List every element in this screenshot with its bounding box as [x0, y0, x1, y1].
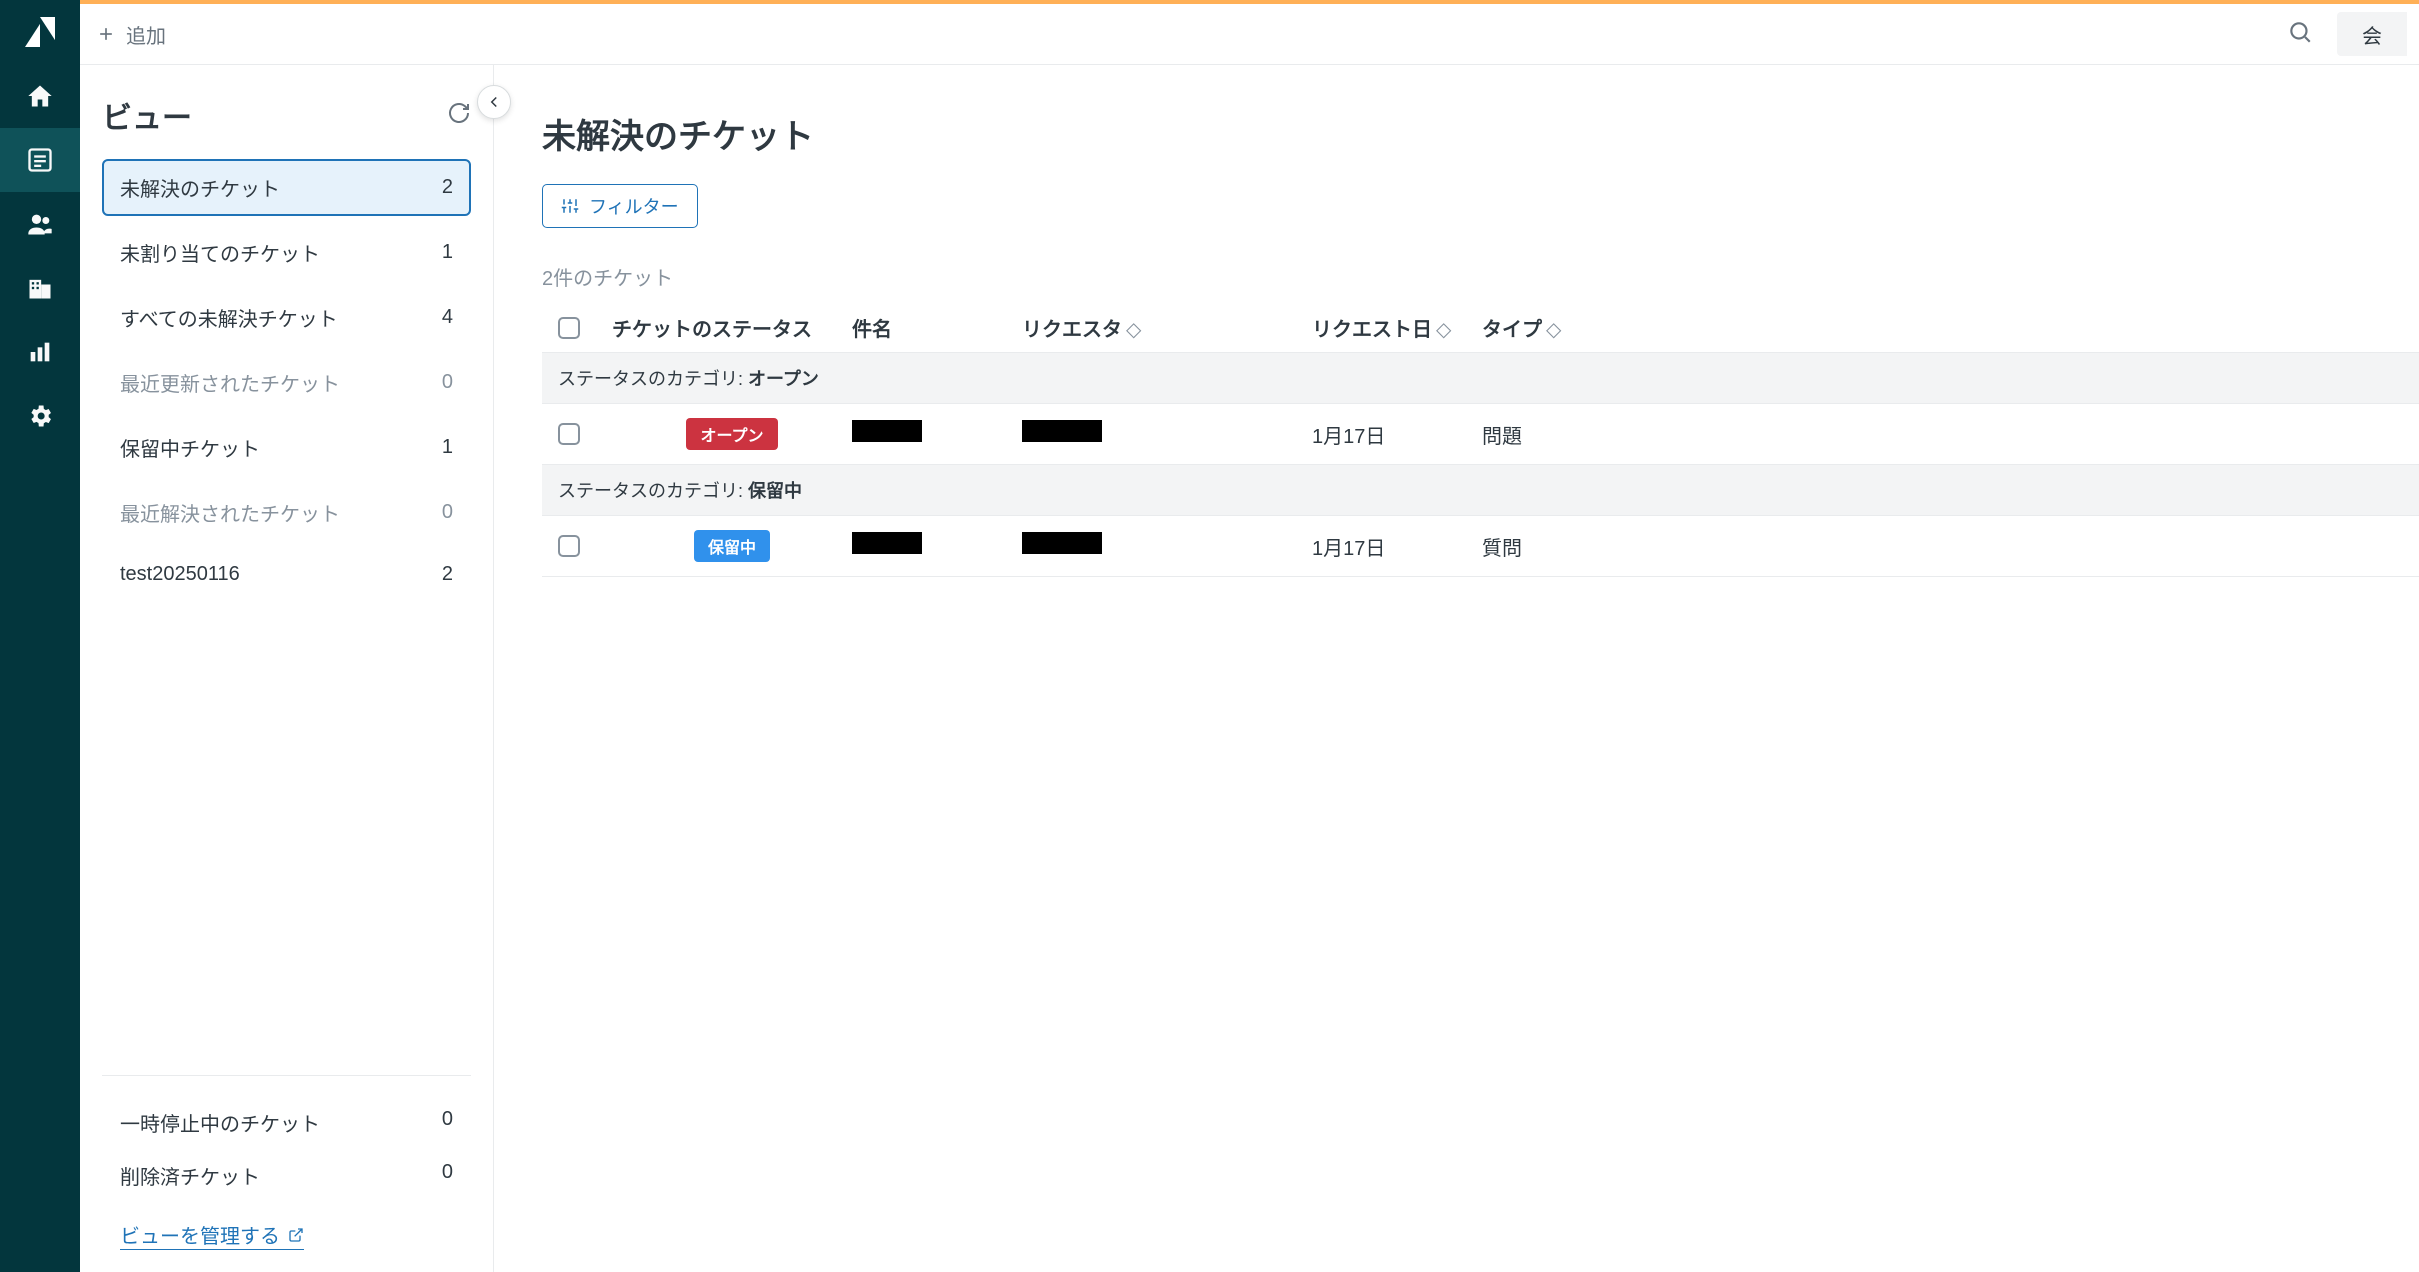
- filter-label: フィルター: [589, 193, 679, 219]
- view-item[interactable]: test20250116 2: [102, 549, 471, 600]
- view-footer-count: 0: [442, 1161, 453, 1190]
- table-row[interactable]: オープン 1月17日問題: [542, 404, 2419, 465]
- table-header: チケットのステータス 件名 リクエスタ◇ リクエスト日◇ タイプ◇: [542, 303, 2419, 353]
- cell-type: 問題: [1482, 420, 1602, 449]
- view-item-count: 2: [442, 563, 453, 586]
- views-footer: 一時停止中のチケット 0 削除済チケット 0 ビューを管理する: [102, 1075, 471, 1250]
- add-tab-button[interactable]: 追加: [96, 20, 166, 49]
- refresh-views-button[interactable]: [447, 101, 471, 130]
- filter-button[interactable]: フィルター: [542, 184, 698, 228]
- view-footer-label: 削除済チケット: [120, 1161, 260, 1190]
- chevron-left-icon: [485, 93, 503, 111]
- view-footer-item[interactable]: 一時停止中のチケット 0: [102, 1096, 471, 1149]
- view-item-label: 未割り当てのチケット: [120, 238, 320, 267]
- ticket-table: チケットのステータス 件名 リクエスタ◇ リクエスト日◇ タイプ◇ ステータスの…: [542, 303, 2419, 577]
- view-item-count: 2: [442, 176, 453, 199]
- nav-rail: [0, 0, 80, 1272]
- cell-requester: [1022, 532, 1102, 554]
- views-panel: ビュー 未解決のチケット 2 未割り当てのチケット 1 すべての未解決チケット 4 最近更新…: [80, 65, 494, 1272]
- view-item[interactable]: 未解決のチケット 2: [102, 159, 471, 216]
- cell-subject: [852, 532, 922, 554]
- group-value: 保留中: [748, 481, 802, 501]
- ticket-area: 未解決のチケット フィルター 2件のチケット チケットのステータス 件名 リクエ…: [494, 65, 2419, 1272]
- table-row[interactable]: 保留中 1月17日質問: [542, 516, 2419, 577]
- group-header: ステータスのカテゴリ: 保留中: [542, 465, 2419, 516]
- cell-date: 1月17日: [1312, 532, 1482, 561]
- topbar-right-button[interactable]: 会: [2337, 12, 2407, 56]
- view-item-count: 1: [442, 436, 453, 459]
- sort-indicator-icon: ◇: [1126, 319, 1141, 341]
- view-item-count: 4: [442, 306, 453, 329]
- nav-reporting[interactable]: [0, 320, 80, 384]
- col-requested-date[interactable]: リクエスト日◇: [1312, 313, 1482, 342]
- group-label: ステータスのカテゴリ:: [558, 481, 748, 501]
- view-item[interactable]: 最近更新されたチケット 0: [102, 354, 471, 411]
- select-all-checkbox[interactable]: [558, 317, 580, 339]
- nav-views[interactable]: [0, 128, 80, 192]
- status-badge: オープン: [686, 418, 777, 450]
- sort-indicator-icon: ◇: [1436, 319, 1451, 341]
- nav-home[interactable]: [0, 64, 80, 128]
- cell-subject: [852, 420, 922, 442]
- view-item-label: 未解決のチケット: [120, 173, 280, 202]
- status-badge: 保留中: [694, 530, 770, 562]
- view-footer-label: 一時停止中のチケット: [120, 1108, 320, 1137]
- view-item-count: 1: [442, 241, 453, 264]
- view-item-count: 0: [442, 501, 453, 524]
- nav-customers[interactable]: [0, 192, 80, 256]
- product-logo: [0, 0, 80, 64]
- topbar: 追加 会: [80, 0, 2419, 64]
- row-checkbox[interactable]: [558, 535, 580, 557]
- sliders-icon: [561, 197, 579, 215]
- manage-views-link[interactable]: ビューを管理する: [120, 1220, 304, 1250]
- sort-indicator-icon: ◇: [1546, 319, 1561, 341]
- external-link-icon: [288, 1227, 304, 1243]
- row-checkbox[interactable]: [558, 423, 580, 445]
- view-item-label: 最近解決されたチケット: [120, 498, 340, 527]
- cell-requester: [1022, 420, 1102, 442]
- views-title: ビュー: [102, 93, 192, 137]
- view-item-label: test20250116: [120, 563, 240, 586]
- manage-views-label: ビューを管理する: [120, 1220, 280, 1249]
- view-item[interactable]: 未割り当てのチケット 1: [102, 224, 471, 281]
- col-status[interactable]: チケットのステータス: [612, 313, 852, 342]
- group-value: オープン: [748, 369, 819, 389]
- view-item-count: 0: [442, 371, 453, 394]
- view-item-label: 保留中チケット: [120, 433, 260, 462]
- view-item-label: 最近更新されたチケット: [120, 368, 340, 397]
- cell-date: 1月17日: [1312, 420, 1482, 449]
- page-title: 未解決のチケット: [542, 109, 2419, 158]
- col-requester[interactable]: リクエスタ◇: [1022, 313, 1312, 342]
- view-item[interactable]: 保留中チケット 1: [102, 419, 471, 476]
- view-item-label: すべての未解決チケット: [120, 303, 338, 332]
- plus-icon: [96, 24, 116, 44]
- view-footer-count: 0: [442, 1108, 453, 1137]
- refresh-icon: [447, 101, 471, 125]
- search-icon: [2287, 19, 2313, 45]
- view-footer-item[interactable]: 削除済チケット 0: [102, 1149, 471, 1202]
- view-item[interactable]: すべての未解決チケット 4: [102, 289, 471, 346]
- view-item[interactable]: 最近解決されたチケット 0: [102, 484, 471, 541]
- add-tab-label: 追加: [126, 20, 166, 49]
- nav-organizations[interactable]: [0, 256, 80, 320]
- col-type[interactable]: タイプ◇: [1482, 313, 1602, 342]
- cell-type: 質問: [1482, 532, 1602, 561]
- nav-admin[interactable]: [0, 384, 80, 448]
- views-list: 未解決のチケット 2 未割り当てのチケット 1 すべての未解決チケット 4 最近更新されたチ…: [102, 159, 471, 600]
- ticket-count: 2件のチケット: [542, 262, 2419, 291]
- group-label: ステータスのカテゴリ:: [558, 369, 748, 389]
- search-button[interactable]: [2287, 19, 2313, 50]
- collapse-panel-button[interactable]: [477, 85, 511, 119]
- group-header: ステータスのカテゴリ: オープン: [542, 353, 2419, 404]
- col-subject[interactable]: 件名: [852, 313, 1022, 342]
